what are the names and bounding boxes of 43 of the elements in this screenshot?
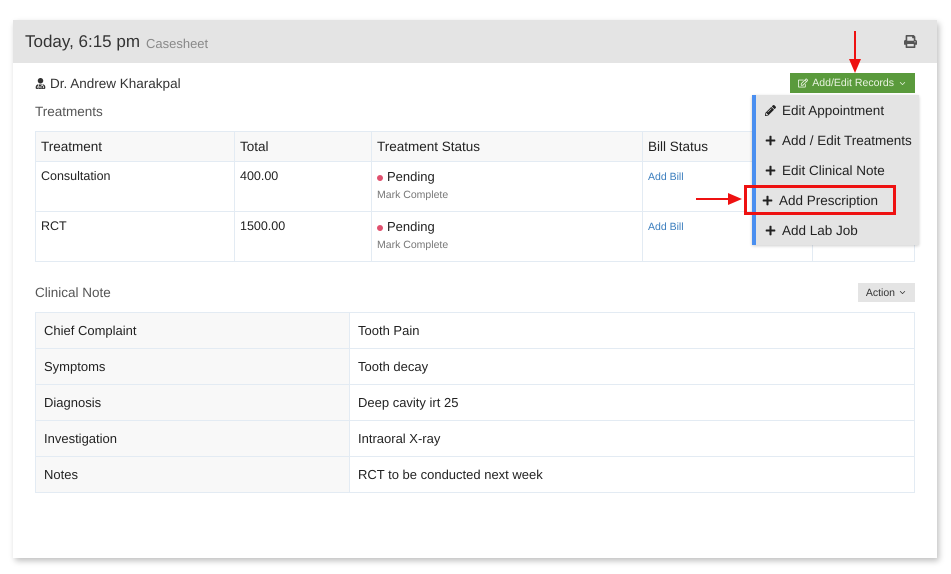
- plus-icon: [765, 164, 776, 176]
- status-text: Pending: [377, 219, 637, 234]
- add-bill-link[interactable]: Add Bill: [648, 171, 684, 183]
- menu-item[interactable]: Add Lab Job: [756, 215, 919, 245]
- note-value: Tooth decay: [350, 348, 914, 384]
- note-value: RCT to be conducted next week: [350, 456, 914, 492]
- column-header: Total: [234, 132, 372, 162]
- mark-complete-link[interactable]: Mark Complete: [377, 239, 637, 251]
- annotation-arrow: [849, 31, 861, 73]
- doctor-icon: [35, 78, 46, 88]
- annotation-arrow: [696, 193, 742, 205]
- note-label: Chief Complaint: [36, 312, 350, 348]
- table-cell: RCT: [36, 212, 234, 262]
- note-label: Diagnosis: [36, 384, 350, 420]
- note-value: Intraoral X-ray: [350, 420, 914, 456]
- print-icon[interactable]: [904, 35, 917, 48]
- plus-icon: [762, 194, 773, 206]
- table-cell: Consultation: [36, 162, 234, 212]
- doctor-name: Dr. Andrew Kharakpal: [35, 76, 181, 90]
- mark-complete-link[interactable]: Mark Complete: [377, 189, 637, 201]
- note-label: Symptoms: [36, 348, 350, 384]
- note-label: Notes: [36, 456, 350, 492]
- section-title: Treatments: [35, 104, 103, 119]
- section-title: Clinical Note: [35, 285, 111, 300]
- note-label: Investigation: [36, 420, 350, 456]
- note-value: Tooth Pain: [350, 312, 914, 348]
- edit-icon: [798, 78, 808, 88]
- pencil-icon: [765, 104, 776, 116]
- column-header: Treatment Status: [372, 132, 642, 162]
- caret-icon: [898, 288, 907, 297]
- plus-icon: [765, 224, 776, 236]
- action-button[interactable]: Action: [858, 283, 915, 302]
- menu-item[interactable]: Add Prescription: [744, 185, 896, 215]
- plus-icon: [765, 134, 776, 146]
- status-text: Pending: [377, 169, 637, 184]
- column-header: Treatment: [36, 132, 234, 162]
- header-title: Today, 6:15 pm: [25, 32, 140, 52]
- table-cell: 1500.00: [234, 212, 372, 262]
- table-cell: 400.00: [234, 162, 372, 212]
- menu-item[interactable]: Edit Appointment: [756, 95, 919, 125]
- add-bill-link[interactable]: Add Bill: [648, 221, 684, 233]
- header-subtitle: Casesheet: [146, 36, 208, 50]
- note-value: Deep cavity irt 25: [350, 384, 914, 420]
